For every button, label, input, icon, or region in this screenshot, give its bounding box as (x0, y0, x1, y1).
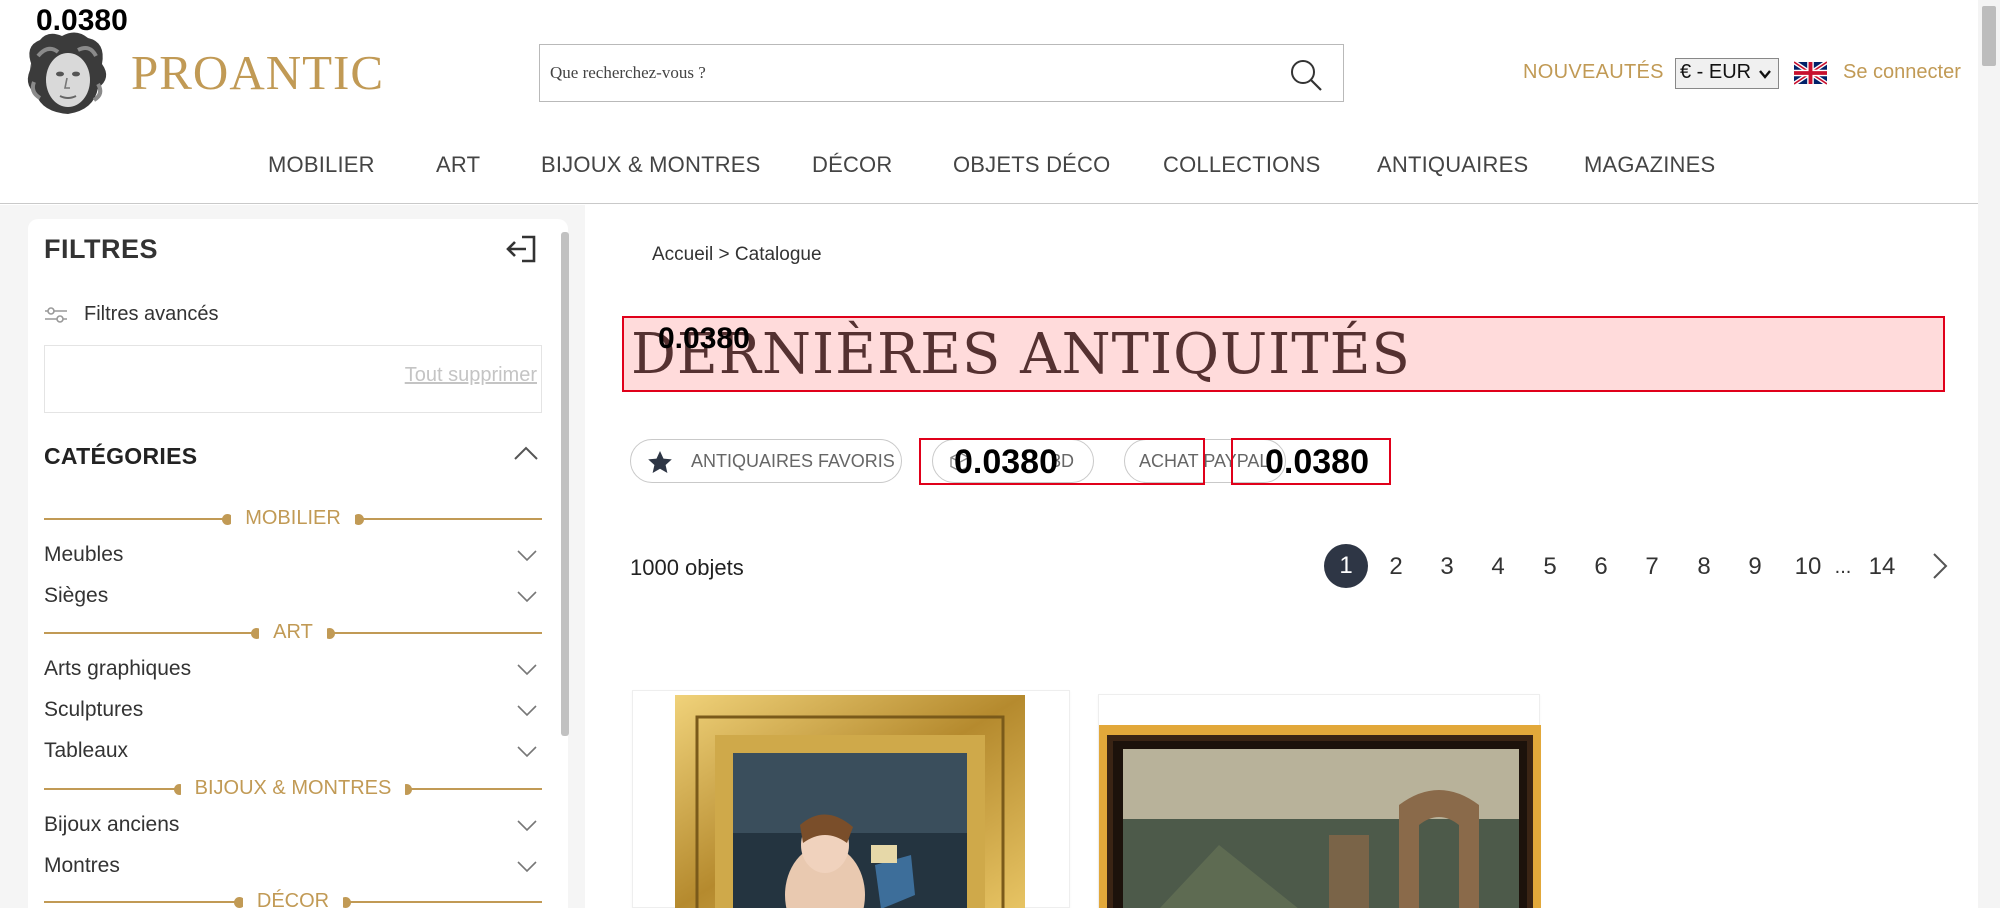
overlay-value-label: 0.0380 (36, 4, 128, 37)
favorite-dealers-label: ANTIQUAIRES FAVORIS (691, 451, 895, 471)
star-icon (648, 451, 672, 473)
search-bar (539, 44, 1344, 102)
page-link-last[interactable]: 14 (1862, 553, 1902, 581)
category-label: Arts graphiques (44, 657, 192, 680)
page-link[interactable]: 7 (1632, 553, 1672, 581)
new-items-link[interactable]: NOUVEAUTÉS (1523, 61, 1664, 84)
overlay-value-label: 0.0380 (954, 443, 1058, 481)
sidebar-scrollbar-thumb[interactable] (561, 232, 569, 736)
section-divider-bijoux-montres: BIJOUX & MONTRES (44, 777, 542, 801)
login-link[interactable]: Se connecter (1843, 61, 1961, 84)
favorite-dealers-filter[interactable]: ANTIQUAIRES FAVORIS (630, 439, 902, 483)
page: PROANTIC NOUVEAUTÉS € - EUR Se connecter… (0, 0, 2000, 908)
page-link[interactable]: 2 (1376, 553, 1416, 581)
main-nav: MOBILIER ART BIJOUX & MONTRES DÉCOR OBJE… (0, 152, 1978, 188)
chevron-down-icon[interactable] (516, 860, 538, 874)
nav-item-bijoux-montres[interactable]: BIJOUX & MONTRES (541, 152, 761, 178)
clear-all-filters-link[interactable]: Tout supprimer (405, 364, 537, 387)
nav-item-decor[interactable]: DÉCOR (812, 152, 892, 178)
page-link[interactable]: 8 (1684, 553, 1724, 581)
page-current[interactable]: 1 (1324, 544, 1368, 588)
chevron-down-icon[interactable] (516, 819, 538, 833)
category-row-tableaux[interactable]: Tableaux (44, 739, 542, 769)
nav-item-objets-deco[interactable]: OBJETS DÉCO (953, 152, 1110, 178)
page-scrollbar-thumb[interactable] (1982, 6, 1996, 66)
page-link[interactable]: 9 (1735, 553, 1775, 581)
overlay-box-title (622, 316, 1945, 392)
category-row-meubles[interactable]: Meubles (44, 543, 542, 573)
category-row-sculptures[interactable]: Sculptures (44, 698, 542, 728)
site-header: PROANTIC NOUVEAUTÉS € - EUR Se connecter… (0, 0, 1978, 204)
sliders-icon[interactable] (44, 305, 68, 325)
category-row-arts-graphiques[interactable]: Arts graphiques (44, 657, 542, 687)
category-row-sieges[interactable]: Sièges (44, 584, 542, 614)
page-link[interactable]: 4 (1478, 553, 1518, 581)
filters-title: FILTRES (44, 234, 158, 264)
section-label-mobilier: MOBILIER (231, 507, 355, 529)
search-icon[interactable] (1289, 58, 1323, 92)
page-link[interactable]: 5 (1530, 553, 1570, 581)
product-card[interactable] (632, 690, 1070, 908)
breadcrumb[interactable]: Accueil > Catalogue (652, 244, 822, 266)
category-label: Bijoux anciens (44, 813, 180, 836)
categories-title: CATÉGORIES (44, 443, 198, 469)
nav-item-antiquaires[interactable]: ANTIQUAIRES (1377, 152, 1528, 178)
category-label: Sièges (44, 584, 109, 607)
product-image[interactable] (675, 695, 1025, 908)
nav-item-art[interactable]: ART (436, 152, 480, 178)
category-label: Tableaux (44, 739, 129, 762)
chevron-up-icon[interactable] (513, 443, 539, 463)
section-label-decor: DÉCOR (242, 890, 344, 908)
section-divider-mobilier: MOBILIER (44, 507, 542, 531)
overlay-value-label: 0.0380 (658, 322, 750, 355)
results-count: 1000 objets (630, 555, 744, 580)
category-row-bijoux-anciens[interactable]: Bijoux anciens (44, 813, 542, 843)
page-link[interactable]: 3 (1427, 553, 1467, 581)
section-divider-decor: DÉCOR (44, 890, 542, 908)
page-link[interactable]: 10 (1786, 553, 1830, 581)
category-label: Meubles (44, 543, 124, 566)
active-filters-box: Tout supprimer (44, 345, 542, 413)
chevron-down-icon[interactable] (516, 590, 538, 604)
nav-item-mobilier[interactable]: MOBILIER (268, 152, 375, 178)
currency-value: € - EUR (1680, 61, 1752, 83)
page-scrollbar[interactable] (1978, 0, 2000, 908)
overlay-value-label: 0.0380 (1265, 443, 1369, 481)
chevron-down-icon[interactable] (516, 704, 538, 718)
chevron-down-icon (1759, 70, 1771, 79)
search-input[interactable] (550, 55, 1250, 91)
section-divider-art: ART (44, 621, 542, 645)
page-link[interactable]: 6 (1581, 553, 1621, 581)
advanced-filters-link[interactable]: Filtres avancés (84, 303, 219, 326)
product-card[interactable] (1098, 694, 1541, 908)
pagination-ellipsis: ... (1834, 556, 1852, 578)
section-label-bijoux-montres: BIJOUX & MONTRES (180, 777, 406, 799)
section-label-art: ART (259, 621, 327, 643)
medusa-logo-icon[interactable] (18, 26, 114, 122)
currency-select[interactable]: € - EUR (1675, 58, 1779, 89)
collapse-sidebar-icon[interactable] (506, 234, 538, 264)
chevron-down-icon[interactable] (516, 745, 538, 759)
chevron-down-icon[interactable] (516, 663, 538, 677)
nav-item-collections[interactable]: COLLECTIONS (1163, 152, 1320, 178)
chevron-right-icon[interactable] (1930, 551, 1950, 581)
product-image[interactable] (1099, 725, 1541, 908)
category-row-montres[interactable]: Montres (44, 854, 542, 884)
nav-item-magazines[interactable]: MAGAZINES (1584, 152, 1715, 178)
brand-logo-text[interactable]: PROANTIC (131, 44, 384, 101)
uk-flag-icon[interactable] (1794, 61, 1827, 85)
chevron-down-icon[interactable] (516, 549, 538, 563)
category-label: Montres (44, 854, 120, 877)
category-label: Sculptures (44, 698, 144, 721)
